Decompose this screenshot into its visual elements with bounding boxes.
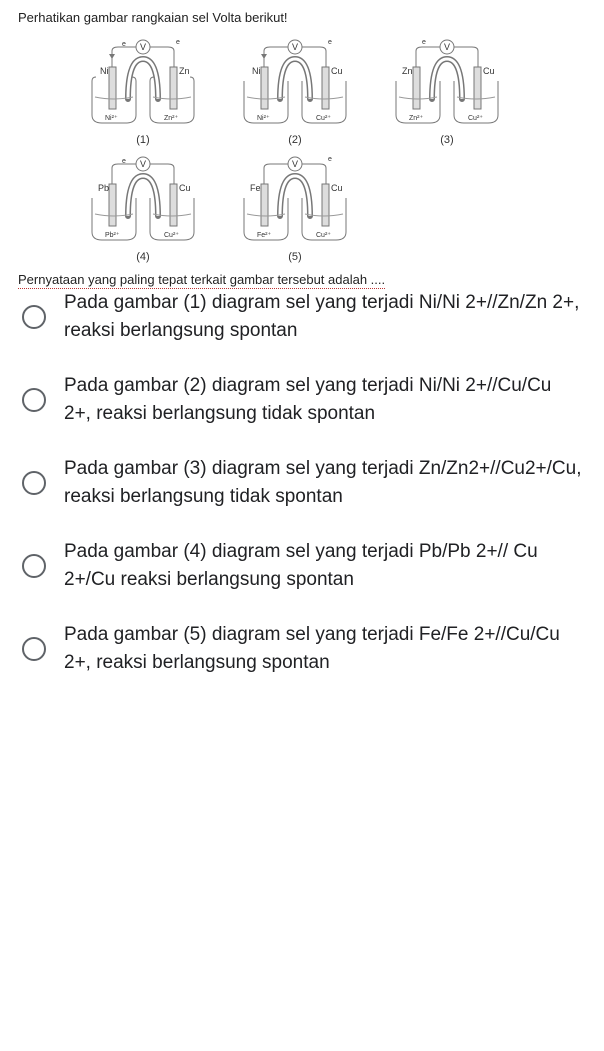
svg-text:e: e — [122, 158, 126, 165]
diagram-row-2: V e Pb Cu Pb²⁺ Cu²⁺ (4) — [18, 154, 586, 263]
option-text: Pada gambar (2) diagram sel yang terjadi… — [64, 372, 582, 427]
svg-text:V: V — [292, 42, 298, 52]
option-text: Pada gambar (4) diagram sel yang terjadi… — [64, 538, 582, 593]
svg-text:Zn: Zn — [402, 66, 413, 76]
svg-text:Pb: Pb — [98, 183, 109, 193]
svg-text:Pb²⁺: Pb²⁺ — [105, 232, 120, 239]
svg-text:V: V — [140, 159, 146, 169]
svg-text:Fe²⁺: Fe²⁺ — [257, 232, 272, 239]
svg-text:Zn²⁺: Zn²⁺ — [164, 115, 179, 122]
svg-text:V: V — [140, 42, 146, 52]
svg-text:e: e — [328, 39, 332, 46]
svg-text:Cu: Cu — [331, 66, 343, 76]
svg-text:Fe: Fe — [250, 183, 261, 193]
cell-2: V e Ni Cu Ni²⁺ Cu²⁺ (2) — [230, 37, 360, 146]
voltaic-cell-diagrams: V e e Ni Zn Ni²⁺ Zn²⁺ — [18, 37, 586, 263]
radio-icon[interactable] — [22, 388, 46, 412]
voltaic-cell-svg-4: V e Pb Cu Pb²⁺ Cu²⁺ — [78, 154, 208, 249]
svg-text:Cu: Cu — [179, 183, 191, 193]
radio-icon[interactable] — [22, 637, 46, 661]
svg-text:V: V — [444, 42, 450, 52]
answer-options: Pada gambar (1) diagram sel yang terjadi… — [18, 289, 586, 676]
svg-text:Cu: Cu — [483, 66, 495, 76]
cell-4: V e Pb Cu Pb²⁺ Cu²⁺ (4) — [78, 154, 208, 263]
svg-text:Ni²⁺: Ni²⁺ — [257, 115, 270, 122]
cell-label-3: (3) — [440, 134, 453, 146]
option-text: Pada gambar (5) diagram sel yang terjadi… — [64, 621, 582, 676]
option-text: Pada gambar (3) diagram sel yang terjadi… — [64, 455, 582, 510]
option-4[interactable]: Pada gambar (4) diagram sel yang terjadi… — [22, 538, 582, 593]
svg-text:V: V — [292, 159, 298, 169]
option-2[interactable]: Pada gambar (2) diagram sel yang terjadi… — [22, 372, 582, 427]
svg-text:Cu²⁺: Cu²⁺ — [164, 232, 179, 239]
svg-text:Ni²⁺: Ni²⁺ — [105, 115, 118, 122]
voltaic-cell-svg-3: V e Zn Cu Zn²⁺ Cu²⁺ — [382, 37, 512, 132]
radio-icon[interactable] — [22, 305, 46, 329]
svg-text:e: e — [122, 41, 126, 48]
cell-3: V e Zn Cu Zn²⁺ Cu²⁺ (3) — [382, 37, 512, 146]
cell-1: V e e Ni Zn Ni²⁺ Zn²⁺ — [78, 37, 208, 146]
cell-label-5: (5) — [288, 251, 301, 263]
voltaic-cell-svg-1: V e e Ni Zn Ni²⁺ Zn²⁺ — [78, 37, 208, 132]
diagram-row-1: V e e Ni Zn Ni²⁺ Zn²⁺ — [18, 37, 586, 146]
svg-text:e: e — [328, 156, 332, 163]
cell-label-1: (1) — [136, 134, 149, 146]
instruction-text: Perhatikan gambar rangkaian sel Volta be… — [18, 10, 586, 25]
svg-text:Cu: Cu — [331, 183, 343, 193]
voltaic-cell-svg-5: V e Fe Cu Fe²⁺ Cu²⁺ — [230, 154, 360, 249]
question-text: Pernyataan yang paling tepat terkait gam… — [18, 272, 385, 289]
voltaic-cell-svg-2: V e Ni Cu Ni²⁺ Cu²⁺ — [230, 37, 360, 132]
svg-text:Zn: Zn — [179, 66, 190, 76]
radio-icon[interactable] — [22, 471, 46, 495]
svg-text:Cu²⁺: Cu²⁺ — [316, 232, 331, 239]
svg-text:Ni: Ni — [100, 66, 109, 76]
cell-label-2: (2) — [288, 134, 301, 146]
svg-text:Cu²⁺: Cu²⁺ — [316, 115, 331, 122]
cell-label-4: (4) — [136, 251, 149, 263]
svg-text:e: e — [422, 39, 426, 46]
cell-5: V e Fe Cu Fe²⁺ Cu²⁺ (5) — [230, 154, 360, 263]
option-5[interactable]: Pada gambar (5) diagram sel yang terjadi… — [22, 621, 582, 676]
option-3[interactable]: Pada gambar (3) diagram sel yang terjadi… — [22, 455, 582, 510]
svg-text:Ni: Ni — [252, 66, 261, 76]
option-1[interactable]: Pada gambar (1) diagram sel yang terjadi… — [22, 289, 582, 344]
svg-text:Cu²⁺: Cu²⁺ — [468, 115, 483, 122]
svg-text:e: e — [176, 39, 180, 46]
option-text: Pada gambar (1) diagram sel yang terjadi… — [64, 289, 582, 344]
radio-icon[interactable] — [22, 554, 46, 578]
svg-text:Zn²⁺: Zn²⁺ — [409, 115, 424, 122]
